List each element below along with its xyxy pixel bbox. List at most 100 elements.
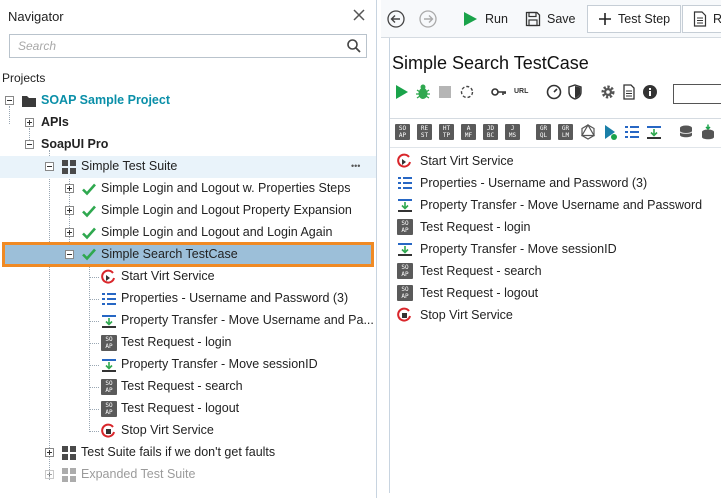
tree-item-test-case-selected[interactable]: Simple Search TestCase (2, 242, 374, 267)
palette-bottom: TP (442, 132, 451, 139)
add-datasource-step-icon[interactable] (678, 124, 694, 140)
palette-bottom: AP (398, 132, 407, 139)
test-step-label: Test Request - login (420, 220, 531, 234)
add-test-step-button[interactable]: Test Step (587, 5, 682, 33)
add-http-step-icon[interactable]: HT TP (439, 124, 454, 140)
expand-icon[interactable] (45, 470, 54, 479)
tree-item-step[interactable]: SO AP Test Request - login (0, 332, 376, 354)
gauge-icon[interactable] (546, 84, 562, 100)
test-step-row[interactable]: Property Transfer - Move sessionID (390, 238, 721, 260)
test-step-row[interactable]: Stop Virt Service (390, 304, 721, 326)
run-button[interactable]: Run (461, 5, 508, 33)
tree-item-test-case[interactable]: Simple Login and Logout w. Properties St… (0, 178, 376, 200)
add-jms-step-icon[interactable]: J MS (505, 124, 520, 140)
test-step-row[interactable]: Property Transfer - Move Username and Pa… (390, 194, 721, 216)
test-step-row[interactable]: SO AP Test Request - logout (390, 282, 721, 304)
add-run-step-icon[interactable] (602, 124, 618, 140)
info-icon[interactable] (642, 84, 658, 100)
add-amf-step-icon[interactable]: A MF (461, 124, 476, 140)
tree-item-test-suite[interactable]: Test Suite fails if we don't get faults (0, 442, 376, 464)
security-shield-icon[interactable] (567, 84, 583, 100)
property-transfer-icon (398, 199, 412, 212)
navigator-title: Navigator (8, 9, 64, 24)
palette-top: SO (398, 125, 407, 132)
tree-item-step[interactable]: SO AP Test Request - search (0, 376, 376, 398)
forward-icon[interactable] (419, 10, 437, 28)
back-icon[interactable] (387, 10, 405, 28)
add-graphql-mutation-step-icon[interactable]: GR LM (558, 124, 573, 140)
debug-icon[interactable] (415, 84, 431, 100)
test-step-row[interactable]: Start Virt Service (390, 150, 721, 172)
testcase-field[interactable] (673, 84, 721, 104)
tree-item-label: SoapUI Pro (41, 137, 109, 151)
tree-item-soapui-pro[interactable]: SoapUI Pro (0, 134, 376, 156)
test-suite-icon (62, 446, 76, 460)
tree-item-label: Expanded Test Suite (81, 467, 196, 481)
palette-top: RE (420, 125, 429, 132)
tree-item-step[interactable]: Property Transfer - Move sessionID (0, 354, 376, 376)
test-steps-panel: SO AP RE ST HT TP A MF JD BC J MS GR QL … (390, 118, 721, 493)
test-step-label: Start Virt Service (420, 154, 514, 168)
expand-icon[interactable] (65, 228, 74, 237)
check-icon (82, 205, 96, 218)
tree-item-label: Simple Login and Logout and Login Again (101, 225, 333, 239)
add-graphql-step-icon[interactable] (580, 124, 596, 140)
collapse-icon[interactable] (65, 250, 74, 259)
collapse-icon[interactable] (25, 140, 34, 149)
property-transfer-icon (398, 243, 412, 256)
test-step-row[interactable]: SO AP Test Request - search (390, 260, 721, 282)
more-options-icon[interactable]: ••• (351, 161, 360, 171)
tree-item-test-case[interactable]: Simple Login and Logout and Login Again (0, 222, 376, 244)
tree-item-label: Start Virt Service (121, 269, 215, 283)
test-step-row[interactable]: Properties - Username and Password (3) (390, 172, 721, 194)
add-soap-step-icon[interactable]: SO AP (395, 124, 410, 140)
add-rest-step-icon[interactable]: RE ST (417, 124, 432, 140)
key-icon[interactable] (491, 84, 507, 100)
loop-icon[interactable] (459, 84, 475, 100)
run-testcase-icon[interactable] (393, 84, 409, 100)
test-step-label: Property Transfer - Move Username and Pa… (420, 198, 703, 212)
tree-item-step[interactable]: SO AP Test Request - logout (0, 398, 376, 420)
report-button[interactable]: Re (682, 5, 721, 33)
document-icon[interactable] (621, 84, 637, 100)
collapse-icon[interactable] (45, 162, 54, 171)
tree-item-project[interactable]: SOAP Sample Project (0, 90, 376, 112)
save-button[interactable]: Save (525, 5, 576, 33)
add-graphql-query-step-icon[interactable]: GR QL (536, 124, 551, 140)
tree-item-step[interactable]: Start Virt Service (0, 266, 376, 288)
stop-icon[interactable] (437, 84, 453, 100)
expand-icon[interactable] (65, 206, 74, 215)
collapse-icon[interactable] (5, 96, 14, 105)
palette-top: J (510, 125, 515, 132)
tree-item-test-case[interactable]: Simple Login and Logout Property Expansi… (0, 200, 376, 222)
search-input[interactable] (10, 35, 340, 57)
add-datasink-step-icon[interactable] (700, 124, 716, 140)
url-button[interactable]: URL (514, 88, 534, 104)
test-step-row[interactable]: SO AP Test Request - login (390, 216, 721, 238)
expand-icon[interactable] (45, 448, 54, 457)
testcase-editor: Simple Search TestCase URL SO AP RE ST H… (389, 38, 721, 493)
add-jdbc-step-icon[interactable]: JD BC (483, 124, 498, 140)
tree-item-label: Simple Test Suite (81, 159, 178, 173)
virt-service-stop-icon (101, 423, 115, 438)
check-icon (82, 183, 96, 196)
palette-top: GR (561, 125, 570, 132)
tree-item-step[interactable]: Property Transfer - Move Username and Pa… (0, 310, 376, 332)
check-icon (82, 227, 96, 240)
palette-bottom: LM (561, 132, 570, 139)
gear-icon[interactable] (600, 84, 616, 100)
palette-top: HT (442, 125, 451, 132)
tree-item-label: Simple Login and Logout w. Properties St… (101, 181, 351, 195)
tree-item-test-suite[interactable]: Simple Test Suite ••• (0, 156, 376, 178)
add-property-transfer-step-icon[interactable] (646, 124, 662, 140)
tree-item-step[interactable]: Stop Virt Service (0, 420, 376, 442)
close-icon[interactable] (351, 7, 367, 23)
add-properties-step-icon[interactable] (624, 124, 640, 140)
tree-item-apis[interactable]: APIs (0, 112, 376, 134)
expand-icon[interactable] (25, 118, 34, 127)
search-icon[interactable] (346, 38, 362, 54)
save-label: Save (547, 12, 576, 26)
tree-item-test-suite[interactable]: Expanded Test Suite (0, 464, 376, 486)
expand-icon[interactable] (65, 184, 74, 193)
tree-item-step[interactable]: Properties - Username and Password (3) (0, 288, 376, 310)
